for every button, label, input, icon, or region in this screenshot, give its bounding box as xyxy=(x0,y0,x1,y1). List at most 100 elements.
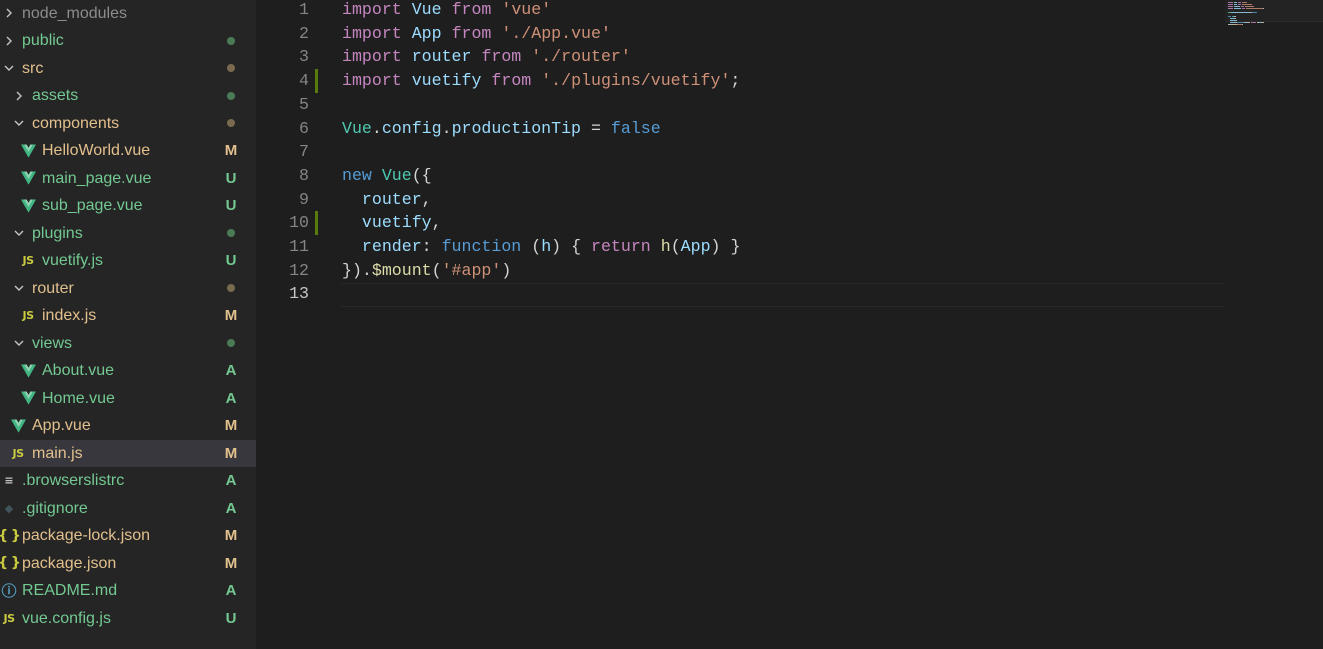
code-line[interactable]: 6 Vue.config.productionTip = false xyxy=(256,117,1323,141)
code-token: './plugins/vuetify' xyxy=(541,71,731,91)
chevron-down-icon[interactable] xyxy=(1,55,17,82)
code-token: Vue xyxy=(411,0,442,19)
folder-src[interactable]: src xyxy=(0,55,256,82)
json-file-icon: { } xyxy=(0,555,21,571)
file-app-vue[interactable]: App.vue M xyxy=(0,412,256,439)
git-modified-gutter-marker[interactable] xyxy=(315,69,318,94)
folder-node-modules[interactable]: node_modules xyxy=(0,0,256,27)
line-number: 13 xyxy=(289,284,309,304)
config-file-icon: ≡ xyxy=(4,474,14,487)
code-token: ) { xyxy=(551,237,591,256)
file-package-lock-json[interactable]: { } package-lock.json M xyxy=(0,522,256,549)
git-status-badge: U xyxy=(225,197,237,214)
file-sub-page-vue[interactable]: sub_page.vue U xyxy=(0,192,256,219)
code-text: import router from './router' xyxy=(342,45,631,69)
code-token: config xyxy=(381,118,442,138)
file-vue-config-js[interactable]: JS vue.config.js U xyxy=(0,605,256,632)
chevron-down-icon[interactable] xyxy=(11,275,27,302)
code-line[interactable]: 10 vuetify, xyxy=(256,211,1323,236)
minimap-token xyxy=(1234,6,1240,7)
code-line[interactable]: 2 import App from './App.vue' xyxy=(256,22,1323,46)
tree-item-label: package-lock.json xyxy=(22,527,151,544)
line-number: 1 xyxy=(299,0,309,19)
code-token: false xyxy=(610,118,661,138)
js-file-icon: JS xyxy=(3,611,15,625)
minimap-token xyxy=(1242,2,1247,3)
minimap[interactable] xyxy=(1225,0,1323,40)
git-status-badge: M xyxy=(224,527,238,544)
code-token: h xyxy=(660,237,671,256)
folder-plugins[interactable]: plugins xyxy=(0,220,256,247)
git-status-dot xyxy=(224,220,238,247)
git-status-badge: M xyxy=(224,142,238,159)
tree-item-label: components xyxy=(32,114,120,132)
minimap-token xyxy=(1234,2,1237,3)
code-line[interactable]: 12}).$mount('#app') xyxy=(256,259,1323,283)
code-line[interactable]: 8 new Vue({ xyxy=(256,164,1323,188)
chevron-down-icon[interactable] xyxy=(11,330,27,357)
code-token: './router' xyxy=(531,47,631,67)
folder-views[interactable]: views xyxy=(0,330,256,357)
file-gitignore[interactable]: ◆ .gitignore A xyxy=(0,495,256,522)
git-status-dot xyxy=(224,110,238,137)
code-line[interactable]: 5 xyxy=(256,93,1323,117)
git-status-dot xyxy=(224,27,238,54)
minimap-token xyxy=(1242,24,1244,25)
git-status-badge: A xyxy=(225,582,237,599)
code-token: App xyxy=(680,237,711,256)
code-token: ( xyxy=(431,260,442,280)
line-number: 11 xyxy=(289,237,309,256)
file-readme-md[interactable]: ⓘ README.md A xyxy=(0,577,256,604)
code-line[interactable]: 13 xyxy=(256,282,1323,306)
code-token: ) } xyxy=(710,237,741,256)
chevron-down-icon[interactable] xyxy=(11,220,27,247)
chevron-down-icon[interactable] xyxy=(11,110,27,137)
file-main-page-vue[interactable]: main_page.vue U xyxy=(0,165,256,192)
code-token: = xyxy=(581,118,611,138)
code-line[interactable]: 7 xyxy=(256,140,1323,164)
file-vuetify-js[interactable]: JS vuetify.js U xyxy=(0,247,256,274)
folder-assets[interactable]: assets xyxy=(0,82,256,109)
json-file-icon: { } xyxy=(0,527,21,544)
file-browserslistrc[interactable]: ≡ .browserslistrc A xyxy=(0,467,256,494)
code-text: vuetify, xyxy=(342,211,442,235)
tree-item-label: README.md xyxy=(22,582,118,599)
code-line[interactable]: 3 import router from './router' xyxy=(256,45,1323,69)
git-status-badge: U xyxy=(225,609,237,627)
chevron-right-icon[interactable] xyxy=(1,0,17,27)
code-editor[interactable]: 1 import Vue from 'vue' 2 import App from '… xyxy=(256,0,1323,649)
tree-item-label: Home.vue xyxy=(42,389,115,407)
folder-router[interactable]: router xyxy=(0,275,256,302)
file-main-js[interactable]: JS main.js M xyxy=(0,439,256,467)
code-line[interactable]: 11 render: function (h) { return h(App) … xyxy=(256,235,1323,259)
file-helloworld-vue[interactable]: HelloWorld.vue M xyxy=(0,137,256,164)
tree-item-label: assets xyxy=(32,87,79,104)
code-token: '#app' xyxy=(441,260,502,280)
code-token: from xyxy=(481,47,522,67)
minimap-token xyxy=(1246,8,1264,9)
chevron-right-icon[interactable] xyxy=(11,82,27,109)
file-about-vue[interactable]: About.vue A xyxy=(0,357,256,384)
code-token: , xyxy=(421,189,432,209)
file-index-js[interactable]: JS index.js M xyxy=(0,302,256,329)
code-line[interactable]: 9 router, xyxy=(256,188,1323,212)
vue-file-icon xyxy=(19,357,37,384)
explorer-sidebar: node_modules public src assets components Hel… xyxy=(0,0,256,649)
vue-file-icon xyxy=(19,192,37,219)
file-home-vue[interactable]: Home.vue A xyxy=(0,385,256,412)
chevron-right-icon[interactable] xyxy=(1,27,17,54)
code-line[interactable]: 1 import Vue from 'vue' xyxy=(256,0,1323,22)
code-line[interactable]: 4 import vuetify from './plugins/vuetify'… xyxy=(256,69,1323,94)
line-number: 9 xyxy=(299,189,309,209)
git-status-dot xyxy=(224,55,238,82)
folder-components[interactable]: components xyxy=(0,110,256,137)
folder-public[interactable]: public xyxy=(0,27,256,54)
git-modified-gutter-marker[interactable] xyxy=(315,211,318,236)
line-number: 10 xyxy=(289,213,309,233)
tree-item-label: views xyxy=(32,334,73,352)
file-package-json[interactable]: { } package.json M xyxy=(0,550,256,577)
